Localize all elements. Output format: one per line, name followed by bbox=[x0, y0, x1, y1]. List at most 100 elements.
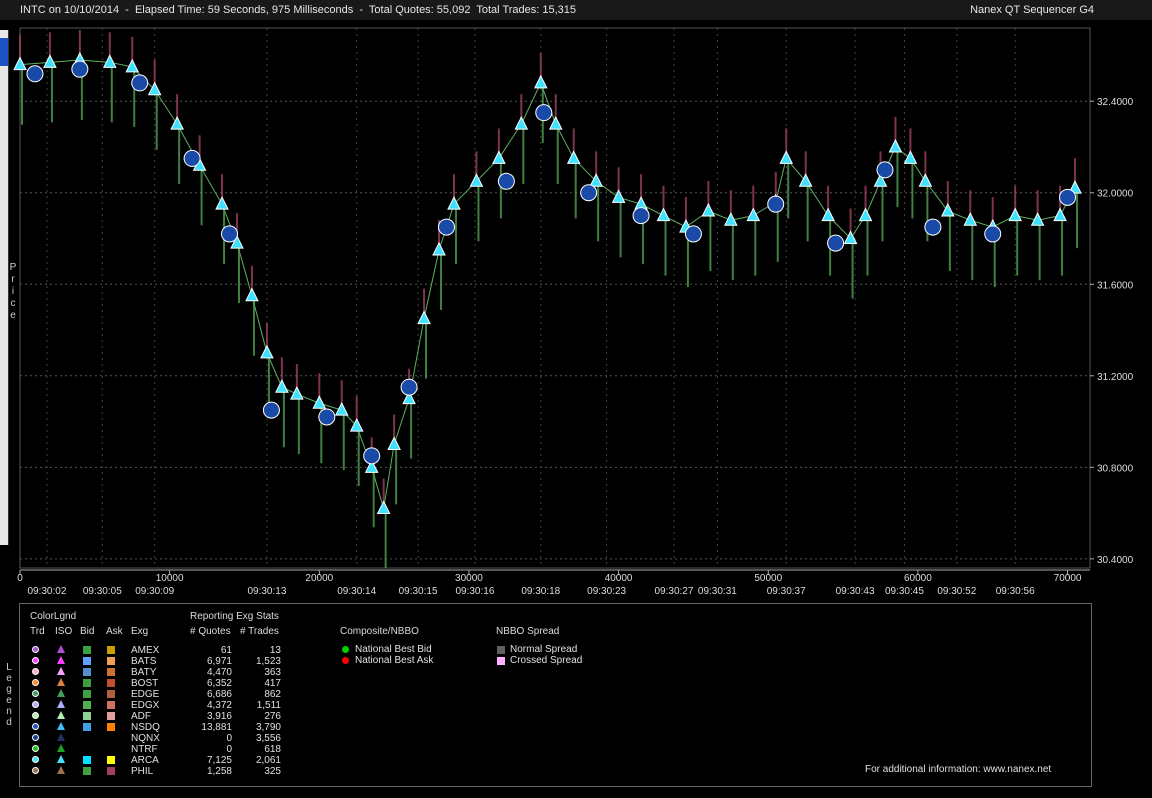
trade-dot-swatch bbox=[32, 712, 39, 719]
x-tick-label: 70000 bbox=[1054, 573, 1082, 584]
iso-triangle-swatch bbox=[57, 700, 65, 708]
bid-marker bbox=[131, 74, 149, 92]
bid-color-swatch bbox=[83, 646, 91, 654]
bid-color-swatch bbox=[83, 679, 91, 687]
ask-color-swatch bbox=[107, 690, 115, 698]
bid-marker bbox=[535, 104, 553, 122]
time-label: 09:30:16 bbox=[455, 586, 494, 597]
ask-color-swatch bbox=[107, 646, 115, 654]
nbo-dot-icon bbox=[342, 657, 349, 664]
trade-dot-swatch bbox=[32, 723, 39, 730]
trade-count: 2,061 bbox=[255, 755, 281, 766]
quote-count: 6,686 bbox=[206, 689, 232, 700]
y-tick-label: 32.0000 bbox=[1097, 189, 1134, 200]
col-ask: Ask bbox=[106, 626, 123, 637]
time-label: 09:30:23 bbox=[587, 586, 626, 597]
col-iso: ISO bbox=[55, 626, 73, 637]
legend-panel: ColorLgnd Trd ISO Bid Ask Exg Reporting Exg St… bbox=[19, 603, 1092, 787]
normal-spread-swatch bbox=[497, 646, 505, 654]
quote-count: 1,258 bbox=[206, 766, 232, 777]
bid-marker bbox=[318, 408, 336, 426]
y-tick-label: 30.4000 bbox=[1097, 555, 1134, 566]
bid-marker bbox=[827, 234, 845, 252]
bid-marker bbox=[984, 225, 1002, 243]
time-label: 09:30:18 bbox=[521, 586, 560, 597]
y-tick-label: 31.2000 bbox=[1097, 372, 1134, 383]
color-legend-title: ColorLgnd bbox=[30, 611, 77, 622]
bid-color-swatch bbox=[83, 756, 91, 764]
app-name: Nanex QT Sequencer G4 bbox=[970, 4, 1094, 16]
bid-color-swatch bbox=[83, 668, 91, 676]
composite-title: Composite/NBBO bbox=[340, 626, 419, 637]
x-tick-label: 10000 bbox=[156, 573, 184, 584]
y-tick-label: 31.6000 bbox=[1097, 280, 1134, 291]
bid-marker bbox=[632, 207, 650, 225]
iso-triangle-swatch bbox=[57, 656, 65, 664]
iso-triangle-swatch bbox=[57, 722, 65, 730]
iso-triangle-swatch bbox=[57, 689, 65, 697]
crossed-spread-swatch bbox=[497, 657, 505, 665]
trade-dot-swatch bbox=[32, 668, 39, 675]
trade-count: 618 bbox=[264, 744, 281, 755]
stats-title: Reporting Exg Stats bbox=[190, 611, 279, 622]
price-chart[interactable]: 30.4000 30.8000 31.2000 31.6000 32.0000 32.40… bbox=[0, 20, 1152, 600]
quote-count: 6,352 bbox=[206, 678, 232, 689]
exchange-name: AMEX bbox=[131, 645, 160, 656]
y-tick-label: 32.4000 bbox=[1097, 97, 1134, 108]
time-label: 09:30:14 bbox=[337, 586, 376, 597]
time-label: 09:30:13 bbox=[247, 586, 286, 597]
trade-dot-swatch bbox=[32, 745, 39, 752]
trade-count: 13 bbox=[269, 645, 281, 656]
bid-marker bbox=[363, 447, 381, 465]
spread-title: NBBO Spread bbox=[496, 626, 560, 637]
col-trades: # Trades bbox=[240, 626, 279, 637]
crossed-spread-label: Crossed Spread bbox=[510, 655, 583, 666]
trade-count: 417 bbox=[264, 678, 281, 689]
bid-marker bbox=[497, 172, 515, 190]
normal-spread-label: Normal Spread bbox=[510, 644, 578, 655]
trade-count: 276 bbox=[264, 711, 281, 722]
exchange-name: PHIL bbox=[131, 766, 154, 777]
trade-dot-swatch bbox=[32, 767, 39, 774]
quote-count: 6,971 bbox=[206, 656, 232, 667]
time-label: 09:30:27 bbox=[655, 586, 694, 597]
title-bar: INTC on 10/10/2014 - Elapsed Time: 59 Se… bbox=[0, 0, 1152, 20]
bid-marker bbox=[924, 218, 942, 236]
iso-triangle-swatch bbox=[57, 645, 65, 653]
trade-count: 363 bbox=[264, 667, 281, 678]
trade-count: 325 bbox=[264, 766, 281, 777]
ask-color-swatch bbox=[107, 712, 115, 720]
trade-count: 1,511 bbox=[256, 700, 281, 711]
bid-marker bbox=[26, 65, 44, 83]
time-label: 09:30:43 bbox=[836, 586, 875, 597]
time-label: 09:30:56 bbox=[996, 586, 1035, 597]
exchange-name: NTRF bbox=[131, 744, 158, 755]
quote-count: 7,125 bbox=[206, 755, 232, 766]
ask-color-swatch bbox=[107, 679, 115, 687]
time-label: 09:30:05 bbox=[83, 586, 122, 597]
trade-dot-swatch bbox=[32, 756, 39, 763]
left-strip-handle[interactable] bbox=[0, 38, 8, 66]
x-tick-label: 0 bbox=[17, 573, 23, 584]
x-tick-label: 40000 bbox=[605, 573, 633, 584]
ask-color-swatch bbox=[107, 657, 115, 665]
bid-color-swatch bbox=[83, 712, 91, 720]
quote-count: 4,470 bbox=[206, 667, 232, 678]
bid-color-swatch bbox=[83, 723, 91, 731]
ask-color-swatch bbox=[107, 767, 115, 775]
bid-marker bbox=[262, 401, 280, 419]
trade-dot-swatch bbox=[32, 657, 39, 664]
nbb-label: National Best Bid bbox=[355, 644, 432, 655]
x-tick-label: 60000 bbox=[904, 573, 932, 584]
nbb-dot-icon bbox=[342, 646, 349, 653]
col-exg: Exg bbox=[131, 626, 149, 637]
exchange-name: ADF bbox=[131, 711, 151, 722]
quote-count: 4,372 bbox=[206, 700, 232, 711]
exchange-name: BATY bbox=[131, 667, 157, 678]
time-label: 09:30:15 bbox=[399, 586, 438, 597]
bid-marker bbox=[221, 225, 239, 243]
ask-color-swatch bbox=[107, 668, 115, 676]
trade-count: 3,556 bbox=[255, 733, 281, 744]
col-quotes: # Quotes bbox=[190, 626, 231, 637]
bid-marker bbox=[400, 378, 418, 396]
